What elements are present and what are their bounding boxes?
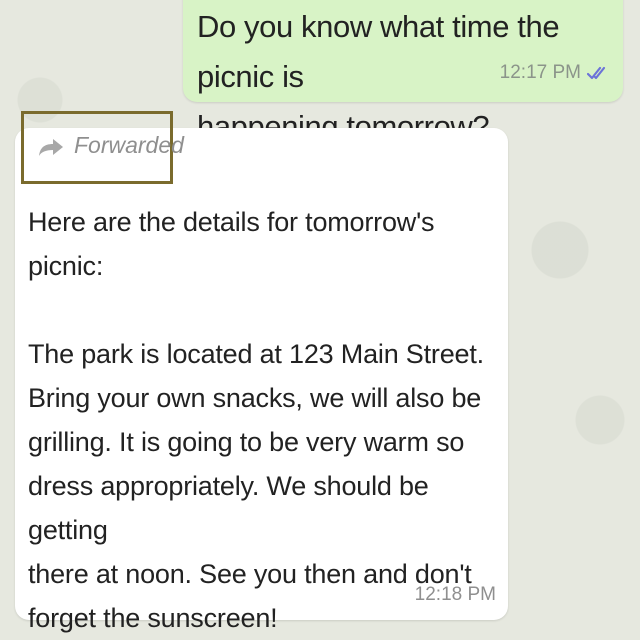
forwarded-label: Forwarded <box>74 132 184 158</box>
incoming-message-bubble[interactable]: Forwarded Here are the details for tomor… <box>15 111 508 633</box>
outgoing-message-bubble[interactable]: Do you know what time the picnic is happ… <box>183 0 623 144</box>
double-check-read-icon <box>586 65 609 81</box>
outgoing-message-time: 12:17 PM <box>499 62 581 83</box>
incoming-message-text: Here are the details for tomorrow's picn… <box>28 207 484 633</box>
forwarded-highlight-box: Forwarded <box>21 111 184 184</box>
incoming-message-time: 12:18 PM <box>414 584 496 605</box>
forward-arrow-icon <box>38 136 64 156</box>
forwarded-indicator: Forwarded <box>38 132 184 159</box>
outgoing-message-meta: 12:17 PM <box>500 62 609 84</box>
